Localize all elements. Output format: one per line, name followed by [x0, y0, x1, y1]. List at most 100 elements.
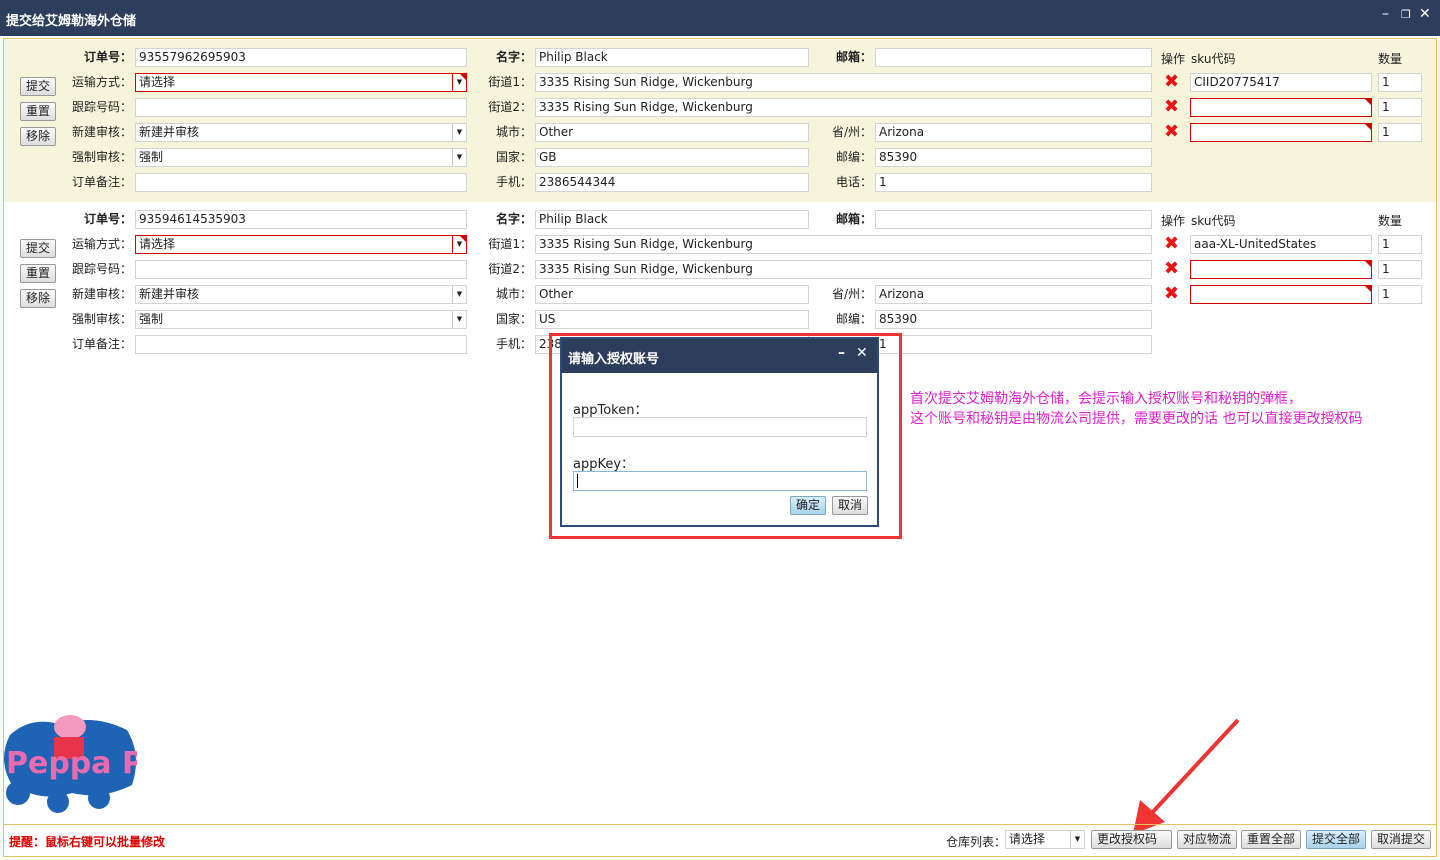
city-input-value: Other	[539, 287, 574, 301]
street2-label: 街道2：	[488, 100, 532, 114]
sku-input[interactable]: aaa-XL-UnitedStates	[1190, 235, 1372, 254]
name-input[interactable]: Philip Black	[535, 48, 809, 67]
shipping-select[interactable]: 请选择 ▼	[135, 73, 467, 92]
sku-input[interactable]	[1190, 285, 1372, 304]
force-review-select[interactable]: 强制 ▼	[135, 148, 467, 167]
remark-label: 订单备注：	[71, 175, 132, 189]
name-label: 名字：	[495, 212, 532, 226]
zip-input[interactable]: 85390	[875, 310, 1152, 329]
sku-input[interactable]	[1190, 123, 1372, 142]
mobile-input[interactable]: 2386544344	[535, 173, 809, 192]
street1-input[interactable]: 3335 Rising Sun Ridge, Wickenburg	[535, 73, 1152, 92]
street2-input[interactable]: 3335 Rising Sun Ridge, Wickenburg	[535, 260, 1152, 279]
warehouse-select[interactable]: 请选择 ▼	[1005, 830, 1085, 849]
restore-icon[interactable]: ❐	[1401, 8, 1411, 21]
street2-input-value: 3335 Rising Sun Ridge, Wickenburg	[539, 262, 753, 276]
minimize-icon[interactable]: –	[1382, 6, 1389, 22]
remark-input[interactable]	[135, 173, 467, 192]
qty-input[interactable]: 1	[1378, 235, 1422, 254]
new-review-select-value: 新建并审核	[139, 287, 200, 301]
country-input[interactable]: GB	[535, 148, 809, 167]
new-review-select[interactable]: 新建并审核 ▼	[135, 285, 467, 304]
state-label: 省/州：	[831, 287, 872, 301]
submit-all-button[interactable]: 提交全部	[1306, 830, 1367, 849]
state-input[interactable]: Arizona	[875, 123, 1152, 142]
mobile-label: 手机：	[495, 175, 532, 189]
qty-input[interactable]: 1	[1378, 260, 1422, 279]
street1-input[interactable]: 3335 Rising Sun Ridge, Wickenburg	[535, 235, 1152, 254]
country-input[interactable]: US	[535, 310, 809, 329]
hint-text: 提醒：鼠标右键可以批量修改	[9, 835, 166, 849]
email-input[interactable]	[875, 48, 1152, 67]
phone-label: 电话：	[835, 175, 872, 189]
delete-item-icon[interactable]: ✖	[1164, 235, 1179, 253]
new-review-select-value: 新建并审核	[139, 125, 200, 139]
annotation-line-2: 这个账号和秘钥是由物流公司提供，需要更改的话 也可以直接更改授权码	[910, 411, 1363, 427]
shipping-select[interactable]: 请选择 ▼	[135, 235, 467, 254]
name-input[interactable]: Philip Black	[535, 210, 809, 229]
order-no-label: 订单号：	[83, 50, 132, 64]
qty-input[interactable]: 1	[1378, 73, 1422, 92]
new-review-label: 新建审核：	[71, 125, 132, 139]
country-label: 国家：	[495, 312, 532, 326]
street2-input[interactable]: 3335 Rising Sun Ridge, Wickenburg	[535, 98, 1152, 117]
close-icon[interactable]: ✕	[1419, 6, 1431, 22]
remark-label: 订单备注：	[71, 337, 132, 351]
force-review-select-value: 强制	[139, 150, 164, 164]
qty-input[interactable]: 1	[1378, 285, 1422, 304]
annotation-line-1: 首次提交艾姆勒海外仓储，会提示输入授权账号和秘钥的弹框，	[910, 391, 1302, 407]
order-no-input[interactable]: 93594614535903	[135, 210, 467, 229]
warehouse-label: 仓库列表：	[946, 835, 1007, 849]
annotation-note: 首次提交艾姆勒海外仓储，会提示输入授权账号和秘钥的弹框， 这个账号和秘钥是由物流…	[910, 389, 1362, 429]
svg-text:Peppa Pig: Peppa Pig	[6, 746, 137, 781]
country-input-value: GB	[539, 150, 557, 164]
city-input[interactable]: Other	[535, 123, 809, 142]
zip-input-value: 85390	[879, 312, 918, 326]
reset-all-button[interactable]: 重置全部	[1241, 830, 1302, 849]
qty-header: 数量	[1378, 52, 1403, 66]
zip-label: 邮编：	[835, 312, 872, 326]
zip-input[interactable]: 85390	[875, 148, 1152, 167]
email-input[interactable]	[875, 210, 1152, 229]
street2-input-value: 3335 Rising Sun Ridge, Wickenburg	[539, 100, 753, 114]
new-review-select[interactable]: 新建并审核 ▼	[135, 123, 467, 142]
sku-input[interactable]	[1190, 260, 1372, 279]
qty-input[interactable]: 1	[1378, 98, 1422, 117]
qty-value: 1	[1382, 75, 1390, 89]
street1-label: 街道1：	[488, 237, 532, 251]
op-header: 操作	[1161, 52, 1186, 66]
city-label: 城市：	[495, 287, 532, 301]
force-review-select[interactable]: 强制 ▼	[135, 310, 467, 329]
city-input[interactable]: Other	[535, 285, 809, 304]
map-logistics-button[interactable]: 对应物流	[1177, 830, 1238, 849]
email-label: 邮箱：	[835, 212, 872, 226]
footer-divider	[4, 824, 1436, 825]
qty-value: 1	[1382, 100, 1390, 114]
street1-input-value: 3335 Rising Sun Ridge, Wickenburg	[539, 75, 753, 89]
delete-item-icon[interactable]: ✖	[1164, 123, 1179, 141]
phone-input[interactable]: 1	[875, 173, 1152, 192]
sku-input[interactable]: CIID20775417	[1190, 73, 1372, 92]
state-input[interactable]: Arizona	[875, 285, 1152, 304]
city-input-value: Other	[539, 125, 574, 139]
delete-item-icon[interactable]: ✖	[1164, 98, 1179, 116]
order-no-input[interactable]: 93557962695903	[135, 48, 467, 67]
tracking-label: 跟踪号码：	[71, 262, 132, 276]
tracking-input[interactable]	[135, 98, 467, 117]
delete-item-icon[interactable]: ✖	[1164, 73, 1179, 91]
order-no-input-value: 93594614535903	[139, 212, 246, 226]
shipping-select-value: 请选择	[139, 75, 176, 89]
delete-item-icon[interactable]: ✖	[1164, 260, 1179, 278]
shipping-label: 运输方式：	[71, 237, 132, 251]
new-review-label: 新建审核：	[71, 287, 132, 301]
cancel-submit-button[interactable]: 取消提交	[1371, 830, 1432, 849]
delete-item-icon[interactable]: ✖	[1164, 285, 1179, 303]
change-auth-button[interactable]: 更改授权码	[1091, 830, 1172, 849]
phone-input[interactable]: 1	[875, 335, 1152, 354]
tracking-input[interactable]	[135, 260, 467, 279]
qty-input[interactable]: 1	[1378, 123, 1422, 142]
chevron-down-icon: ▼	[1070, 831, 1084, 848]
sku-input[interactable]	[1190, 98, 1372, 117]
title-bar: 提交给艾姆勒海外仓储 – ❐ ✕	[0, 0, 1440, 36]
remark-input[interactable]	[135, 335, 467, 354]
